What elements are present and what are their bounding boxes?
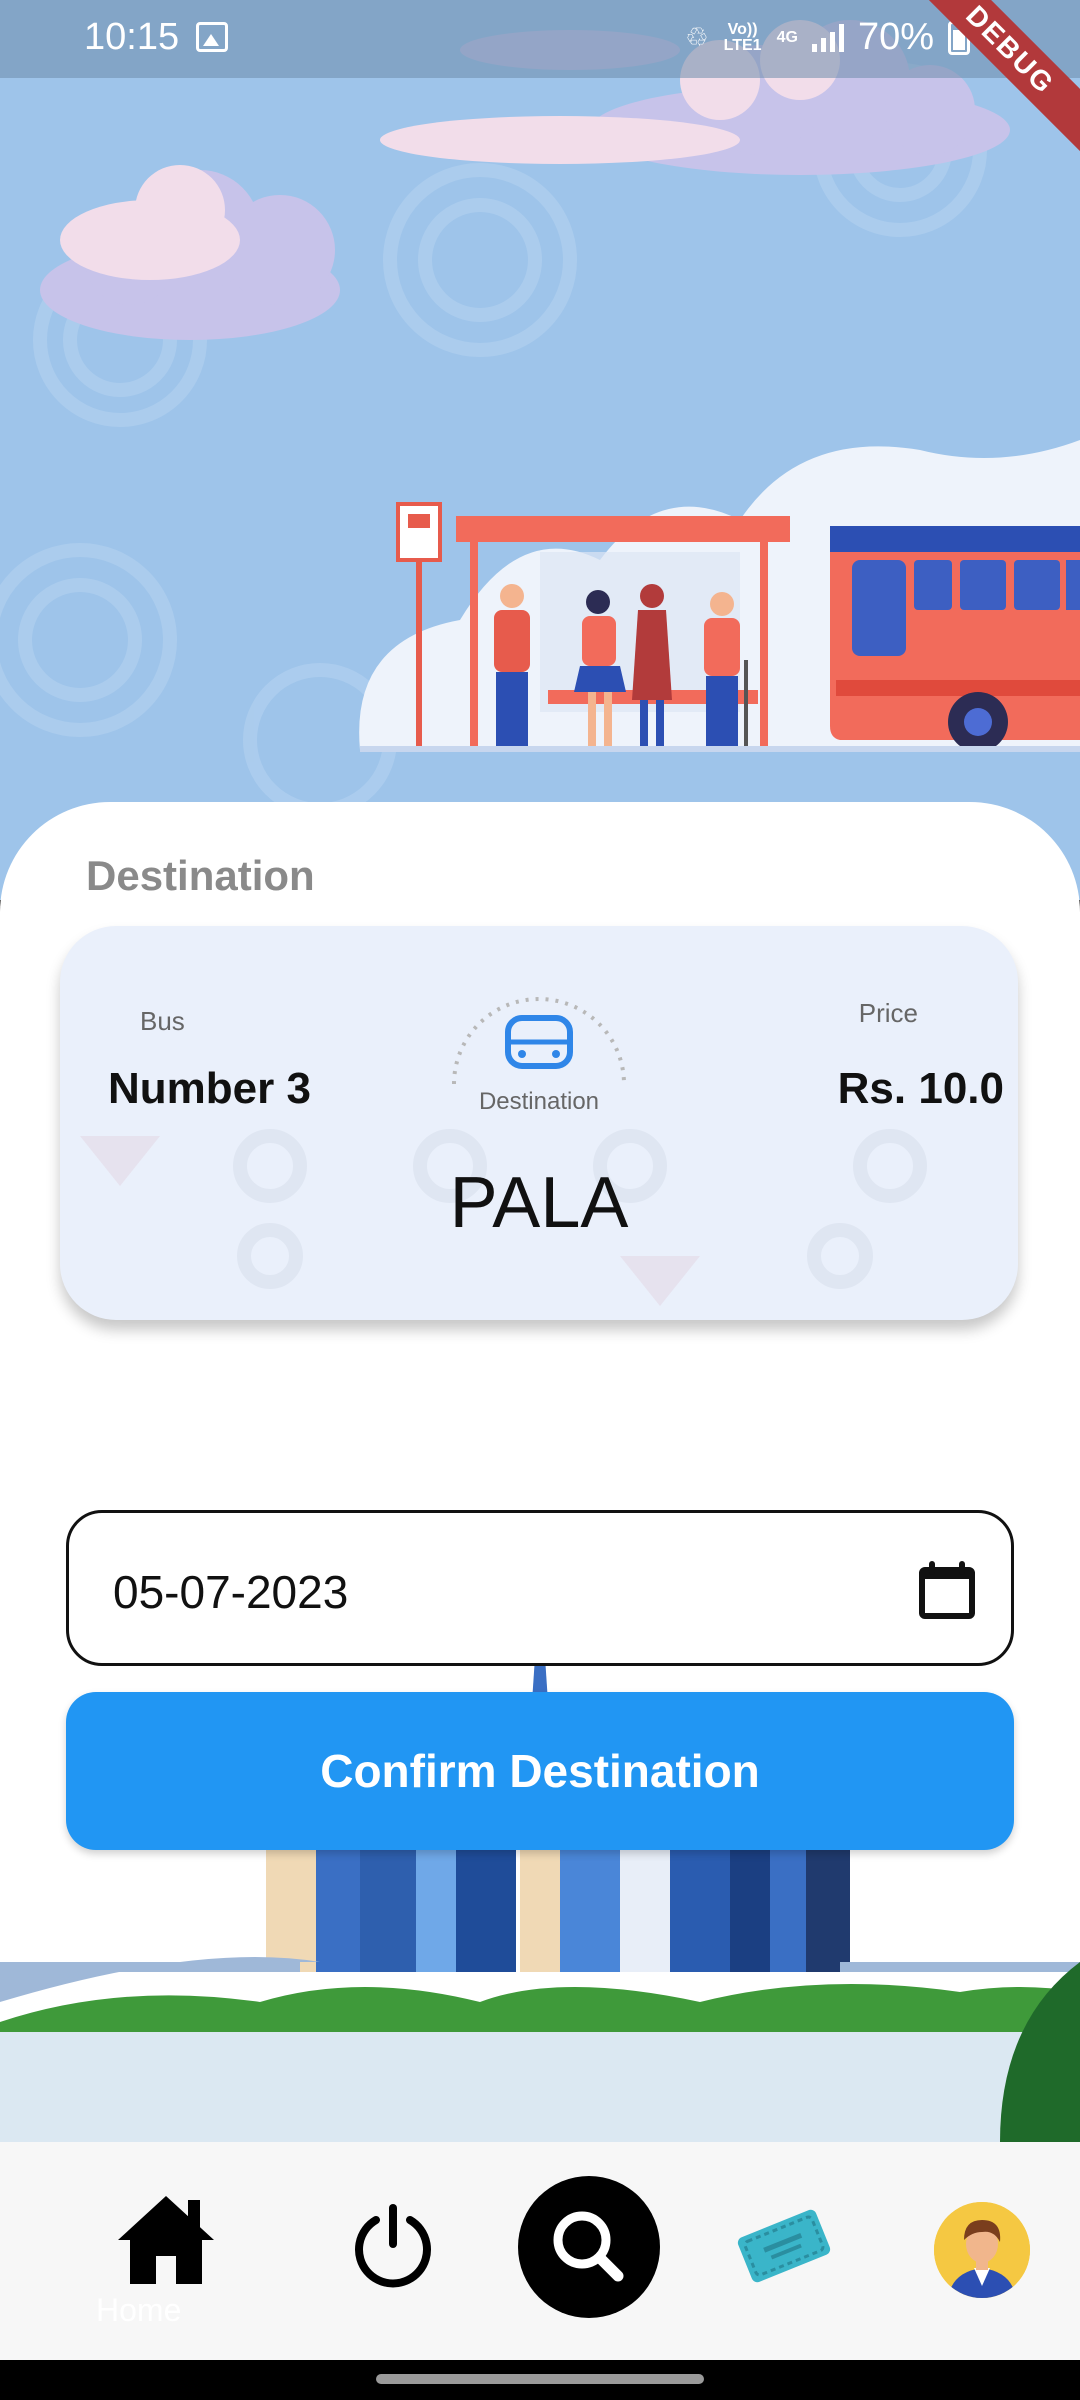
volte-indicator: Vo)) LTE1 xyxy=(723,20,762,54)
search-icon xyxy=(553,2211,624,2282)
bus-stop-illustration xyxy=(0,20,1080,817)
booking-sheet: Destination Bus Number 3 Destination PAL… xyxy=(0,802,1080,2142)
profile-avatar-image xyxy=(934,2202,1030,2298)
bottom-nav: Home xyxy=(0,2142,1080,2360)
ticket-pattern xyxy=(80,1129,927,1306)
home-icon[interactable] xyxy=(114,2192,218,2288)
home-label: Home xyxy=(96,2292,182,2328)
status-time: 10:15 xyxy=(84,16,180,58)
ticket-icon[interactable] xyxy=(734,2196,834,2296)
avatar[interactable] xyxy=(934,2202,1030,2298)
signal-icon xyxy=(811,23,844,52)
image-notification-icon xyxy=(196,22,228,52)
date-field[interactable]: 05-07-2023 xyxy=(66,1510,1014,1666)
data-saver-icon: ♲ xyxy=(685,22,709,52)
date-value: 05-07-2023 xyxy=(113,1566,349,1618)
status-icons: ♲ Vo)) LTE1 4G 70% xyxy=(685,16,970,59)
destination-value: PALA xyxy=(449,1163,629,1243)
bus-label: Bus xyxy=(140,1006,185,1036)
network-type: 4G xyxy=(776,28,798,46)
hero-illustration: 10:15 ♲ Vo)) LTE1 4G 70% DEBUG xyxy=(0,0,1080,900)
price-value: Rs. 10.0 xyxy=(837,1064,1004,1113)
gesture-bar[interactable] xyxy=(376,2374,704,2384)
power-icon[interactable] xyxy=(350,2202,436,2288)
calendar-icon[interactable] xyxy=(919,1561,975,1619)
price-label: Price xyxy=(858,998,918,1028)
confirm-destination-button[interactable]: Confirm Destination xyxy=(66,1692,1014,1850)
destination-section-label: Destination xyxy=(86,852,315,899)
bus-icon xyxy=(452,997,626,1085)
status-bar: 10:15 ♲ Vo)) LTE1 4G 70% xyxy=(0,0,1080,78)
city-illustration xyxy=(0,1582,1080,2142)
search-button[interactable] xyxy=(518,2176,660,2318)
battery-percent: 70% xyxy=(857,16,934,58)
ticket-card: Bus Number 3 Destination PALA Price Rs. … xyxy=(60,926,1018,1320)
